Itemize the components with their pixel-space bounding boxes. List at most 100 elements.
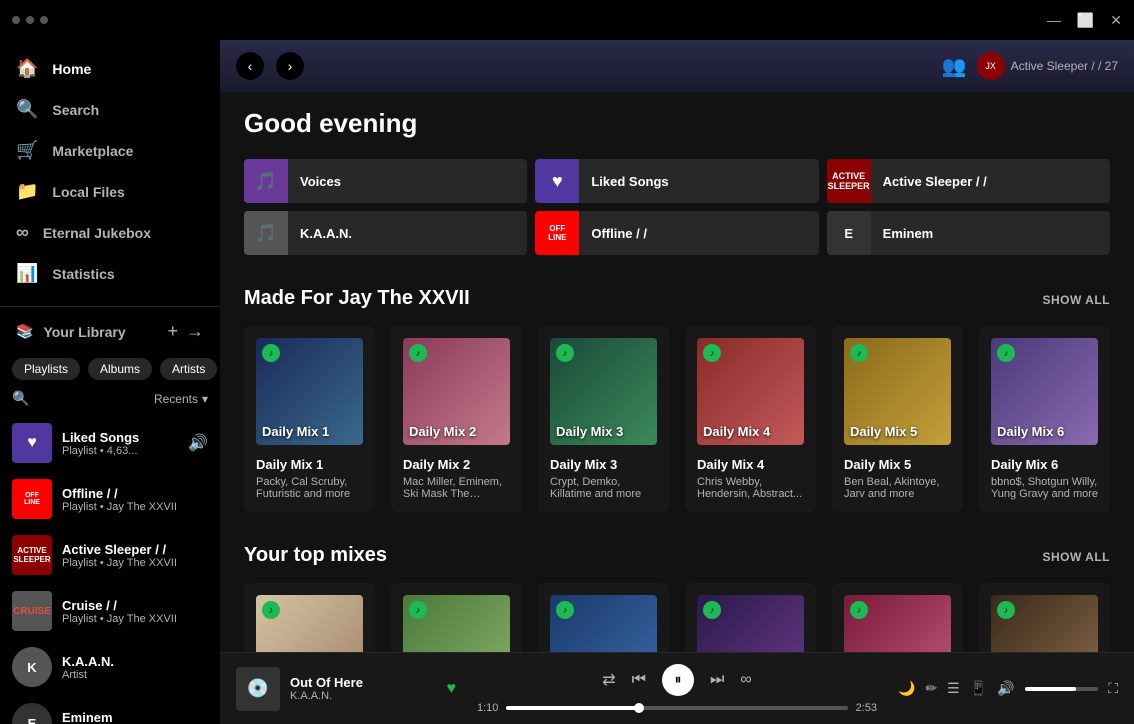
- dm5-label: Daily Mix 5: [850, 424, 917, 439]
- library-recents-button[interactable]: Recents ▾: [154, 392, 208, 406]
- close-button[interactable]: ✕: [1110, 12, 1122, 29]
- connect-button[interactable]: 📱: [970, 680, 987, 697]
- library-list: ♥ Liked Songs Playlist • 4,63... 🔊 OFFLI…: [0, 411, 220, 724]
- greeting-title: Good evening: [244, 108, 1110, 139]
- pen-button[interactable]: ✏: [925, 680, 937, 697]
- active-sleeper-name: Active Sleeper / /: [62, 542, 208, 557]
- card-tm1[interactable]: ♪ K.A.A.N. Mix K.A.A.N. Mix K.A.A.N., Fu…: [244, 583, 375, 652]
- dm6-image: ♪ Daily Mix 6: [991, 338, 1098, 445]
- cruise-info: Cruise / / Playlist • Jay The XXVII: [62, 598, 208, 625]
- quick-liked-songs[interactable]: ♥ Liked Songs: [535, 159, 818, 203]
- card-tm4[interactable]: ♪ Hip Hop Mix Hip Hop Mix Various artist…: [685, 583, 816, 652]
- library-item-liked-songs[interactable]: ♥ Liked Songs Playlist • 4,63... 🔊: [0, 415, 220, 471]
- library-item-cruise[interactable]: CRUISE Cruise / / Playlist • Jay The XXV…: [0, 583, 220, 639]
- made-for-show-all-button[interactable]: Show all: [1042, 293, 1110, 307]
- liked-songs-playing-icon: 🔊: [188, 433, 208, 453]
- card-tm6[interactable]: ♪ 2000s Mix 2000s Mix Various artists: [979, 583, 1110, 652]
- friends-icon: 👥: [942, 54, 967, 79]
- progress-bar[interactable]: [506, 706, 847, 710]
- repeat-button[interactable]: ∞: [740, 671, 751, 689]
- tm1-image: ♪ K.A.A.N. Mix: [256, 595, 363, 652]
- kaan-name: K.A.A.N.: [62, 654, 208, 669]
- library-item-active-sleeper[interactable]: ACTIVESLEEPER Active Sleeper / / Playlis…: [0, 527, 220, 583]
- card-tm5[interactable]: ♪ 2010s Mix 2010s Mix Various artists: [832, 583, 963, 652]
- tab-playlists[interactable]: Playlists: [12, 358, 80, 380]
- dm1-label: Daily Mix 1: [262, 424, 329, 439]
- add-library-button[interactable]: +: [167, 321, 178, 342]
- library-search-bar: 🔍 Recents ▾: [0, 386, 220, 411]
- quick-eminem[interactable]: E Eminem: [827, 211, 1110, 255]
- tm5-image: ♪ 2010s Mix: [844, 595, 951, 652]
- card-tm3[interactable]: ♪ Upbeat Mix Upbeat Mix Various artists: [538, 583, 669, 652]
- previous-button[interactable]: ⏮: [632, 671, 646, 689]
- quick-active-sleeper[interactable]: ACTIVESLEEPER Active Sleeper / /: [827, 159, 1110, 203]
- sidebar-item-search[interactable]: 🔍 Search: [0, 89, 220, 130]
- sidebar-item-localfiles[interactable]: 📁 Local Files: [0, 171, 220, 212]
- header-right: 👥 JX Active Sleeper / / 27: [942, 52, 1118, 80]
- sidebar-item-eternaljukebox[interactable]: ∞ Eternal Jukebox: [0, 212, 220, 253]
- back-button[interactable]: ‹: [236, 52, 264, 80]
- next-button[interactable]: ⏭: [710, 671, 724, 689]
- quick-kaan[interactable]: 🎵 K.A.A.N.: [244, 211, 527, 255]
- offline-name: Offline / /: [62, 486, 208, 501]
- tm3-image: ♪ Upbeat Mix: [550, 595, 657, 652]
- quick-voices[interactable]: 🎵 Voices: [244, 159, 527, 203]
- forward-button[interactable]: ›: [276, 52, 304, 80]
- moon-button[interactable]: 🌙: [898, 680, 915, 697]
- card-dm3[interactable]: ♪ Daily Mix 3 Daily Mix 3 Crypt, Demko, …: [538, 326, 669, 512]
- top-mixes-show-all-button[interactable]: Show all: [1042, 550, 1110, 564]
- recents-chevron-icon: ▾: [202, 392, 208, 406]
- top-mixes-section: Your top mixes Show all ♪ K.A.A.N. Mix K…: [244, 544, 1110, 652]
- sidebar-nav: 🏠 Home 🔍 Search 🛒 Marketplace 📁 Local Fi…: [0, 40, 220, 302]
- library-item-offline[interactable]: OFFLINE Offline / / Playlist • Jay The X…: [0, 471, 220, 527]
- user-avatar[interactable]: JX: [977, 52, 1005, 80]
- liked-songs-thumb: ♥: [12, 423, 52, 463]
- maximize-button[interactable]: ⬜: [1077, 12, 1094, 29]
- library-header: 📚 Your Library + →: [0, 311, 220, 352]
- dm5-name: Daily Mix 5: [844, 457, 951, 472]
- content-body: Good evening 🎵 Voices ♥ Liked Songs ACTI…: [220, 92, 1134, 652]
- card-dm5[interactable]: ♪ Daily Mix 5 Daily Mix 5 Ben Beal, Akin…: [832, 326, 963, 512]
- shuffle-button[interactable]: ⇄: [602, 670, 615, 690]
- volume-bar[interactable]: [1025, 687, 1099, 691]
- tab-artists[interactable]: Artists: [160, 358, 217, 380]
- player-center: ⇄ ⏮ ⏸ ⏭ ∞ 1:10 2:53: [456, 664, 898, 714]
- library-item-eminem[interactable]: E Eminem Artist: [0, 695, 220, 724]
- card-tm2[interactable]: ♪ Chill Mix Chill Mix Various artists: [391, 583, 522, 652]
- liked-songs-name: Liked Songs: [62, 430, 178, 445]
- tab-albums[interactable]: Albums: [88, 358, 152, 380]
- spotify-dot-tm5: ♪: [850, 601, 868, 619]
- kaan-q-thumb: 🎵: [244, 211, 288, 255]
- minimize-button[interactable]: —: [1047, 12, 1061, 28]
- sidebar-item-home[interactable]: 🏠 Home: [0, 48, 220, 89]
- play-pause-button[interactable]: ⏸: [662, 664, 694, 696]
- quick-offline[interactable]: OFFLINE Offline / /: [535, 211, 818, 255]
- dot-3: [40, 16, 48, 24]
- liked-songs-sub: Playlist • 4,63...: [62, 445, 178, 457]
- expand-library-button[interactable]: →: [186, 321, 204, 342]
- player-track-thumb: 💿: [236, 667, 280, 711]
- liked-songs-q-name: Liked Songs: [579, 174, 680, 189]
- kaan-info: K.A.A.N. Artist: [62, 654, 208, 681]
- voices-thumb: 🎵: [244, 159, 288, 203]
- liked-songs-info: Liked Songs Playlist • 4,63...: [62, 430, 178, 457]
- card-dm4[interactable]: ♪ Daily Mix 4 Daily Mix 4 Chris Webby, H…: [685, 326, 816, 512]
- cruise-sub: Playlist • Jay The XXVII: [62, 613, 208, 625]
- volume-icon-button[interactable]: 🔊: [997, 680, 1014, 697]
- fullscreen-button[interactable]: ⛶: [1108, 680, 1118, 697]
- active-sleeper-thumb: ACTIVESLEEPER: [12, 535, 52, 575]
- offline-q-name: Offline / /: [579, 226, 659, 241]
- sidebar-item-marketplace-label: Marketplace: [52, 143, 133, 159]
- card-dm6[interactable]: ♪ Daily Mix 6 Daily Mix 6 bbno$, Shotgun…: [979, 326, 1110, 512]
- tm4-image: ♪ Hip Hop Mix: [697, 595, 804, 652]
- library-item-kaan[interactable]: K K.A.A.N. Artist: [0, 639, 220, 695]
- player-heart-icon[interactable]: ♥: [447, 680, 457, 698]
- card-dm1[interactable]: ♪ Daily Mix 1 Daily Mix 1 Packy, Cal Scr…: [244, 326, 375, 512]
- library-icon: 📚: [16, 323, 33, 340]
- player-right: 🌙 ✏ ☰ 📱 🔊 ⛶: [898, 680, 1118, 697]
- sidebar-item-marketplace[interactable]: 🛒 Marketplace: [0, 130, 220, 171]
- sidebar-item-statistics[interactable]: 📊 Statistics: [0, 253, 220, 294]
- card-dm2[interactable]: ♪ Daily Mix 2 Daily Mix 2 Mac Miller, Em…: [391, 326, 522, 512]
- queue-button[interactable]: ☰: [947, 680, 960, 697]
- dm6-sub: bbno$, Shotgun Willy, Yung Gravy and mor…: [991, 476, 1098, 500]
